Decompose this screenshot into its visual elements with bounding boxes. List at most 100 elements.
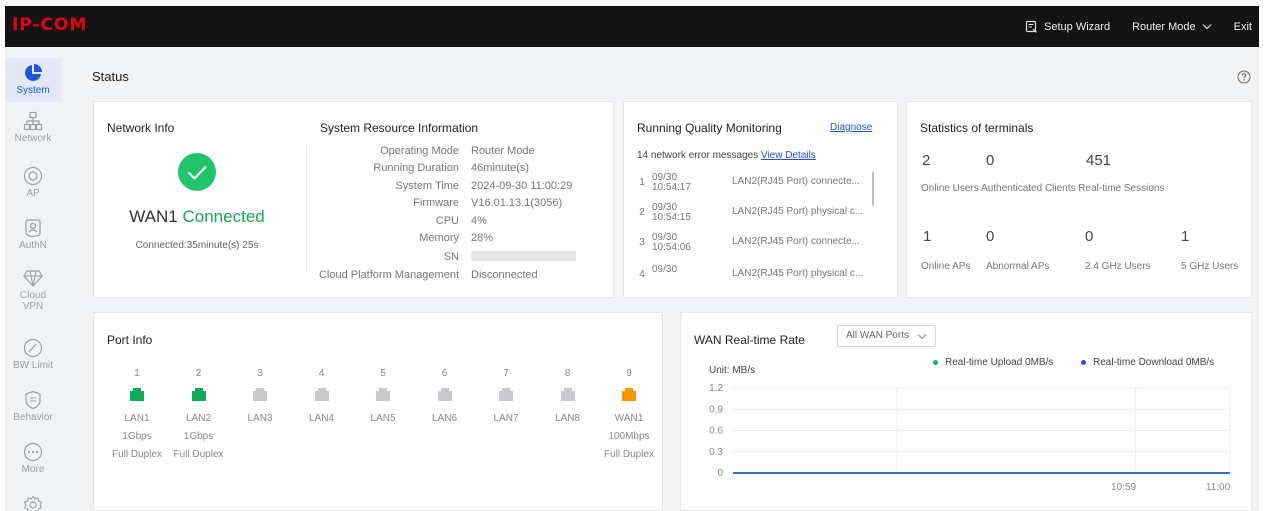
sidebar-item-cloud-vpn[interactable]: Cloud VPN xyxy=(5,268,61,320)
users-5ghz-count: 1 xyxy=(1181,228,1190,245)
port-speed xyxy=(476,428,536,446)
shield-icon xyxy=(25,390,41,410)
port-number: 9 xyxy=(626,368,632,379)
divider xyxy=(306,145,307,273)
help-icon[interactable] xyxy=(1237,70,1251,84)
sidebar-item-label: More xyxy=(21,464,45,475)
pie-chart-icon xyxy=(25,64,42,81)
kv-key: CPU xyxy=(435,215,459,227)
sidebar-item-authn[interactable]: AuthN xyxy=(5,218,61,258)
y-tick-label: 0 xyxy=(717,468,723,479)
error-summary: 14 network error messages View Details xyxy=(637,150,816,161)
port-name: LAN1 xyxy=(124,413,150,424)
ethernet-port-icon xyxy=(314,388,329,401)
legend-download-label: Real-time Download 0MB/s xyxy=(1093,357,1215,368)
terminals-title: Statistics of terminals xyxy=(920,121,1034,135)
wan-status-line: WAN1 Connected xyxy=(94,207,300,227)
kv-key: Running Duration xyxy=(373,162,459,174)
terminals-card: Statistics of terminals 2 0 451 Online U… xyxy=(906,101,1252,298)
running-quality-card: Running Quality Monitoring Diagnose 14 n… xyxy=(623,101,898,298)
kv-value: 2024-09-30 11:00:29 xyxy=(471,180,573,192)
entry-message: LAN2(RJ45 Port) connecte... xyxy=(732,236,860,247)
check-circle-icon xyxy=(178,153,216,191)
port-name: LAN8 xyxy=(554,413,580,424)
legend-upload: Real-time Upload 0MB/s xyxy=(933,357,1053,368)
sidebar-item-ap[interactable]: AP xyxy=(5,166,61,206)
abnormal-aps-label: Abnormal APs xyxy=(986,261,1050,272)
sidebar-item-network[interactable]: Network xyxy=(5,111,61,155)
sidebar-item-system[interactable]: System xyxy=(5,58,61,102)
scrollbar-thumb[interactable] xyxy=(872,172,874,206)
diagnose-link[interactable]: Diagnose xyxy=(830,122,872,133)
sidebar-item-bw-limit[interactable]: BW Limit xyxy=(5,338,61,378)
router-mode-dropdown[interactable]: Router Mode xyxy=(1132,21,1212,33)
download-dot xyxy=(1081,359,1086,365)
ethernet-port-icon xyxy=(499,388,513,401)
wan-ports-select[interactable]: All WAN Ports xyxy=(837,325,936,347)
wizard-icon xyxy=(1025,20,1037,33)
port-number: 1 xyxy=(134,368,140,379)
x-tick-label: 10:59 xyxy=(1111,482,1136,493)
entry-message: LAN2(RJ45 Port) physical c... xyxy=(732,206,864,217)
setup-wizard-label: Setup Wizard xyxy=(1044,20,1111,33)
more-icon xyxy=(23,442,43,462)
abnormal-aps-count: 0 xyxy=(986,228,995,245)
ethernet-port-icon xyxy=(622,388,636,401)
chevron-down-icon xyxy=(917,334,927,340)
terminal-stats-labels: Online Users Authenticated Clients Real-… xyxy=(921,183,1165,194)
network-icon xyxy=(23,111,43,131)
port-speed: 1Gbps xyxy=(122,431,152,442)
port-number: 7 xyxy=(503,368,509,379)
ethernet-port-icon xyxy=(253,388,267,401)
wan-rate-chart: 1.2 0.9 0.6 0.3 0 10:59 11:00 xyxy=(709,383,1231,493)
y-tick-label: 0.9 xyxy=(709,404,723,415)
wan-label: WAN1 xyxy=(129,207,178,226)
exit-button[interactable]: Exit xyxy=(1234,21,1252,33)
entry-timestamp: 09/30 10:54:15 xyxy=(652,203,691,223)
port-name: WAN1 xyxy=(614,413,644,424)
sidebar-item-behavior[interactable]: Behavior xyxy=(5,390,61,430)
x-tick-label: 11:00 xyxy=(1206,482,1231,493)
entry-time: 10:54:15 xyxy=(652,212,691,223)
kv-value: Router Mode xyxy=(471,145,535,157)
authenticated-clients-count: 0 xyxy=(986,152,995,169)
port-4: 4 LAN4 xyxy=(292,368,352,464)
port-number: 5 xyxy=(380,368,386,379)
sidebar-item-label: System xyxy=(16,85,50,96)
kv-key: Memory xyxy=(419,232,459,244)
port-number: 8 xyxy=(564,368,571,379)
entry-timestamp: 09/30 xyxy=(652,265,677,275)
sidebar-item-more[interactable]: More xyxy=(5,442,61,482)
entry-timestamp: 09/30 10:54:17 xyxy=(652,173,691,193)
ethernet-port-icon xyxy=(437,388,452,401)
setup-wizard-button[interactable]: Setup Wizard xyxy=(1025,20,1110,33)
list-item: 3 09/30 10:54:06 LAN2(RJ45 Port) connecte… xyxy=(637,233,877,255)
wan-status: Connected xyxy=(182,207,265,226)
port-1: 1 LAN1 1Gbps Full Duplex xyxy=(107,368,167,464)
port-info-title: Port Info xyxy=(107,333,153,347)
error-count-text: 14 network error messages xyxy=(637,150,759,161)
sidebar-item-label: BW Limit xyxy=(13,360,53,371)
port-5: 5 LAN5 xyxy=(353,368,413,464)
sessions-count: 451 xyxy=(1086,152,1112,169)
kv-value: V16.01.13.1(3056) xyxy=(471,197,563,209)
online-aps-count: 1 xyxy=(923,228,932,245)
kv-value: 46minute(s) xyxy=(471,162,530,174)
y-tick-label: 0.3 xyxy=(709,447,723,458)
gauge-icon xyxy=(23,338,43,358)
entry-timestamp: 09/30 10:54:06 xyxy=(652,233,691,253)
port-speed xyxy=(415,428,475,446)
ethernet-port-icon xyxy=(130,388,144,401)
y-tick-label: 0.6 xyxy=(709,426,723,437)
entry-number: 4 xyxy=(639,269,645,280)
port-duplex: Full Duplex xyxy=(111,449,163,460)
network-info-title: Network Info xyxy=(107,121,175,135)
sidebar-item-settings[interactable] xyxy=(5,495,61,511)
entry-time: 10:54:17 xyxy=(652,182,691,193)
port-speed xyxy=(538,428,598,446)
entry-number: 1 xyxy=(639,177,645,188)
view-details-link[interactable]: View Details xyxy=(761,150,816,161)
wan-ports-select-value: All WAN Ports xyxy=(846,330,909,341)
sn-value-redacted xyxy=(471,251,576,261)
auth-icon xyxy=(25,219,41,238)
